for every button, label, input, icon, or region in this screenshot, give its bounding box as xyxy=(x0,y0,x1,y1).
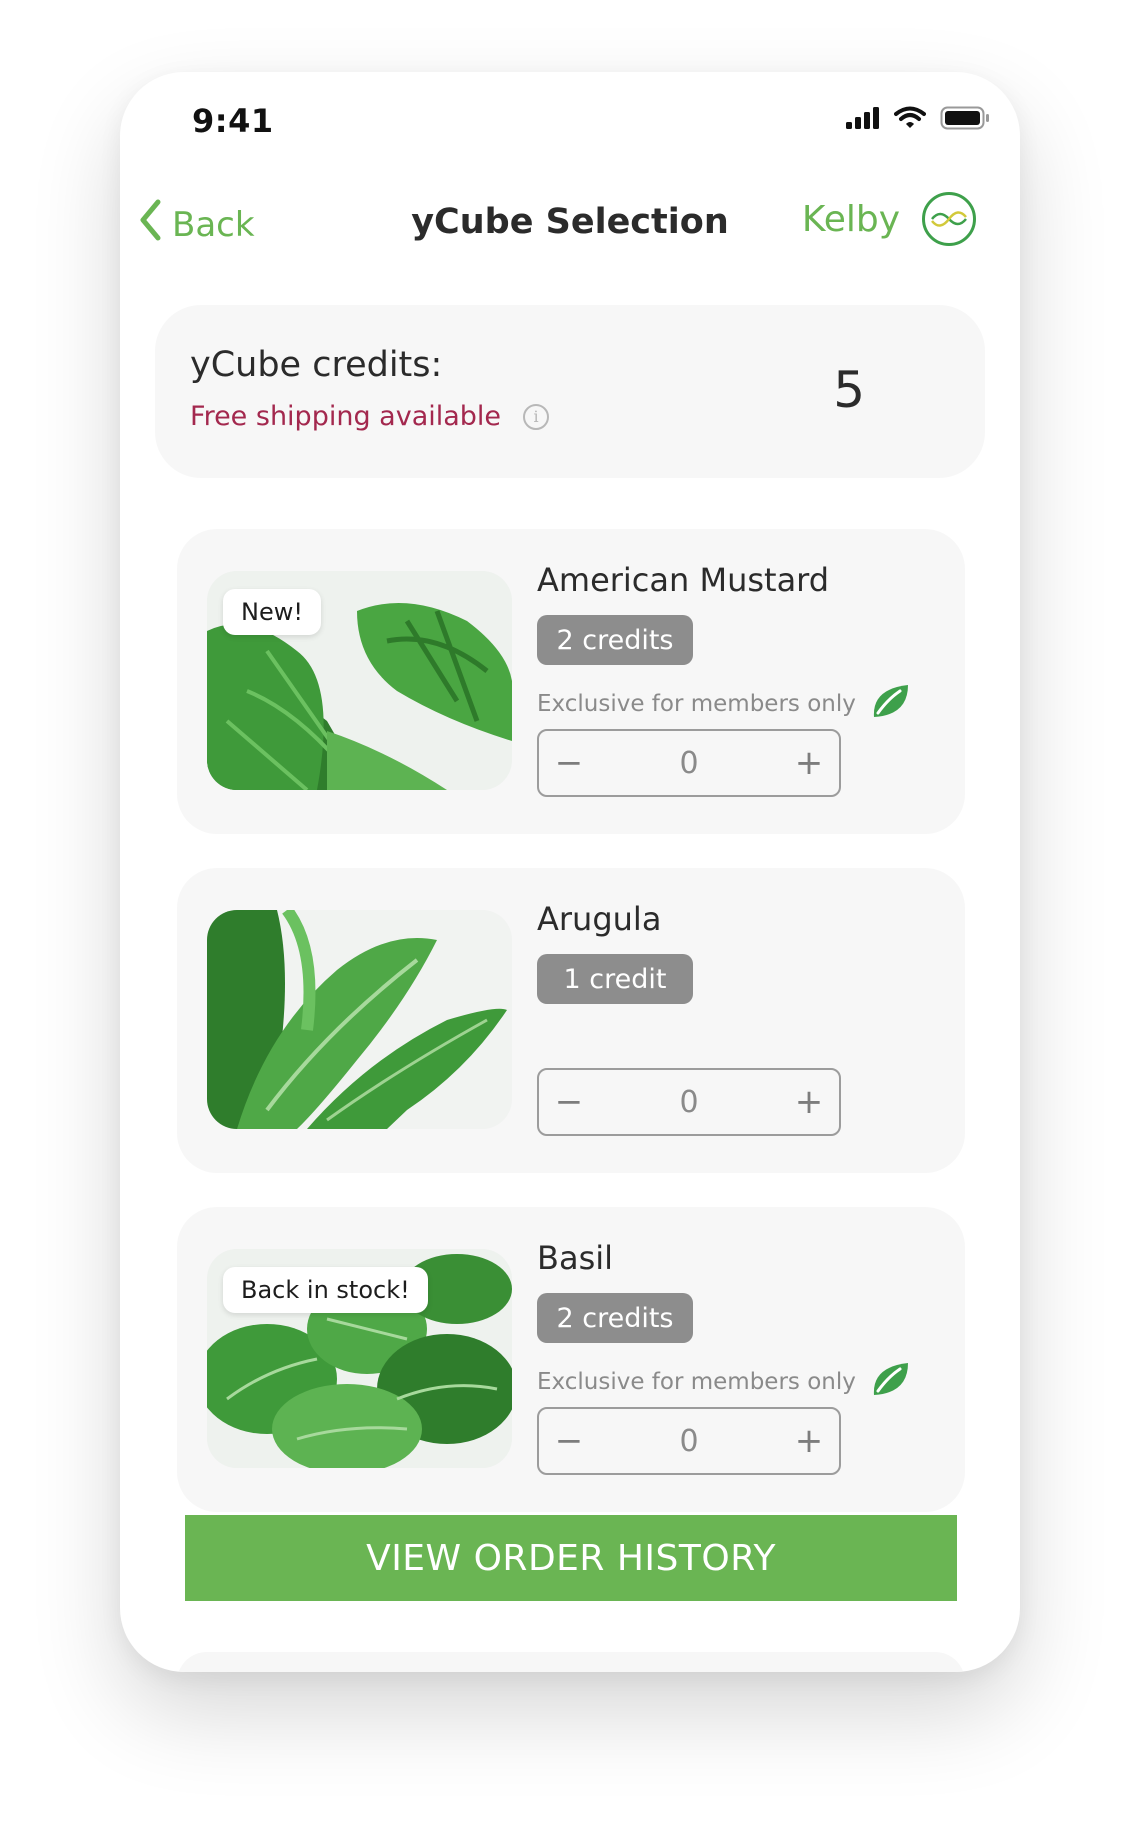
exclusive-text: Exclusive for members only xyxy=(537,691,856,717)
quantity-value: 0 xyxy=(679,1084,699,1120)
exclusive-note: Exclusive for members only xyxy=(537,681,910,727)
product-badge: Back in stock! xyxy=(223,1267,428,1313)
wifi-icon xyxy=(894,106,926,134)
brand-logo-icon xyxy=(922,192,976,246)
leaf-icon xyxy=(870,681,910,727)
credits-card: yCube credits: Free shipping available i… xyxy=(155,305,985,478)
status-time: 9:41 xyxy=(192,102,274,140)
increase-button[interactable]: + xyxy=(779,731,839,795)
increase-button[interactable]: + xyxy=(779,1409,839,1473)
user-name: Kelby xyxy=(801,198,900,240)
nav-bar: Back yCube Selection Kelby xyxy=(120,182,1020,282)
leaf-icon xyxy=(870,1359,910,1405)
phone-screen: 9:41 Back yCube Selection Kelby yCube cr… xyxy=(120,72,1020,1672)
quantity-stepper: − 0 + xyxy=(537,1068,841,1136)
credit-cost-badge: 2 credits xyxy=(537,1293,693,1343)
quantity-stepper: − 0 + xyxy=(537,729,841,797)
shipping-text: Free shipping available xyxy=(190,401,502,432)
quantity-value: 0 xyxy=(679,745,699,781)
credit-cost-badge: 1 credit xyxy=(537,954,693,1004)
credits-label: yCube credits: xyxy=(190,345,443,385)
product-card: Back in stock! Basil 2 credits Exclusive… xyxy=(177,1207,965,1512)
decrease-button[interactable]: − xyxy=(539,1409,599,1473)
shipping-info: Free shipping available i xyxy=(190,401,550,432)
product-image-basil: Back in stock! xyxy=(207,1249,512,1468)
user-profile[interactable]: Kelby xyxy=(802,192,976,246)
view-order-history-button[interactable]: VIEW ORDER HISTORY xyxy=(185,1515,957,1601)
next-product-card-peek xyxy=(177,1652,965,1672)
decrease-button[interactable]: − xyxy=(539,1070,599,1134)
product-badge: New! xyxy=(223,589,321,635)
quantity-stepper: − 0 + xyxy=(537,1407,841,1475)
product-card: Arugula 1 credit − 0 + xyxy=(177,868,965,1173)
credits-value: 5 xyxy=(833,361,865,419)
decrease-button[interactable]: − xyxy=(539,731,599,795)
credit-cost-badge: 2 credits xyxy=(537,615,693,665)
product-image-mustard: New! xyxy=(207,571,512,790)
quantity-value: 0 xyxy=(679,1423,699,1459)
exclusive-text: Exclusive for members only xyxy=(537,1369,856,1395)
product-card: New! American Mustard 2 credits Exclusiv… xyxy=(177,529,965,834)
product-name: American Mustard xyxy=(537,561,830,599)
product-image-arugula xyxy=(207,910,512,1129)
info-icon[interactable]: i xyxy=(523,403,550,430)
exclusive-note: Exclusive for members only xyxy=(537,1359,910,1405)
increase-button[interactable]: + xyxy=(779,1070,839,1134)
status-icons xyxy=(846,106,990,134)
product-name: Basil xyxy=(537,1239,614,1277)
battery-icon xyxy=(940,106,990,134)
product-name: Arugula xyxy=(537,900,662,938)
cellular-signal-icon xyxy=(846,107,880,133)
